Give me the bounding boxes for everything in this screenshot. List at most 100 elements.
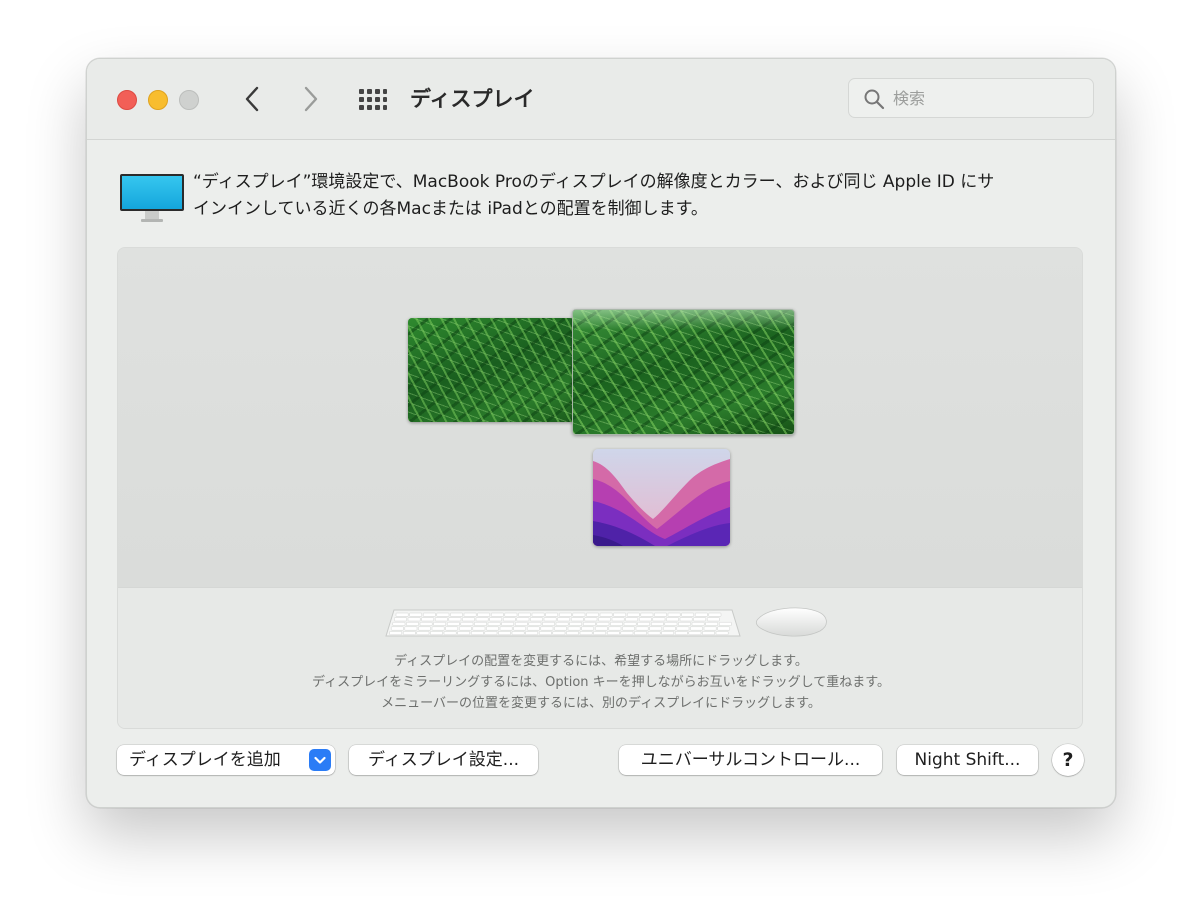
help-button[interactable]: ? [1052, 744, 1084, 776]
keyboard-key [446, 621, 460, 626]
keyboard-key [460, 621, 474, 626]
keyboard-key [594, 626, 608, 631]
hint-arrange: ディスプレイの配置を変更するには、希望する場所にドラッグします。 [394, 654, 808, 669]
search-field[interactable] [848, 78, 1094, 118]
keyboard-key [552, 631, 566, 636]
keyboard-key [445, 626, 459, 631]
keyboard-key [540, 626, 554, 631]
forward-button[interactable] [296, 83, 326, 115]
close-button[interactable] [117, 90, 137, 110]
keyboard-key [390, 626, 404, 631]
keyboard-key [666, 617, 679, 622]
search-input[interactable] [893, 85, 1083, 111]
keyboard-key [678, 621, 691, 626]
keyboard-key [499, 626, 513, 631]
display-preferences-window: ディスプレイ “ディスプレイ”環境設定で、MacBook Proのディスプレイの… [86, 58, 1116, 808]
universal-control-button[interactable]: ユニバーサルコントロール... [619, 745, 882, 775]
keyboard-key [457, 631, 471, 636]
add-display-button[interactable]: ディスプレイを追加 [117, 745, 335, 775]
keyboard-key [598, 617, 611, 622]
mouse-icon [755, 607, 827, 637]
keyboard-key [489, 617, 503, 622]
keyboard-key [448, 617, 462, 622]
keyboard-key [572, 612, 586, 617]
monterey-wallpaper [593, 449, 730, 546]
keyboard-key [688, 631, 702, 636]
chevron-left-icon [245, 86, 259, 112]
hint-mirror: ディスプレイをミラーリングするには、Option キーを押しながらお互いをドラッ… [312, 675, 890, 690]
keyboard-key [647, 631, 661, 636]
display-settings-button[interactable]: ディスプレイ設定... [349, 745, 538, 775]
night-shift-button[interactable]: Night Shift... [897, 745, 1038, 775]
add-display-label: ディスプレイを追加 [129, 750, 281, 770]
keyboard-key [649, 626, 663, 631]
keyboard-key [654, 612, 667, 617]
search-icon [864, 89, 885, 110]
keyboard-key [623, 621, 637, 626]
keyboard-key [531, 612, 545, 617]
keyboard-key [475, 617, 489, 622]
keyboard-key [516, 617, 530, 622]
keyboard-key [511, 631, 525, 636]
display-thumbnail-main[interactable] [572, 309, 795, 435]
keyboard-key [694, 612, 708, 617]
display-arrangement-area[interactable]: ディスプレイの配置を変更するには、希望する場所にドラッグします。 ディスプレイを… [117, 247, 1083, 729]
keyboard-key [477, 612, 491, 617]
keyboard-key [640, 612, 654, 617]
keyboard-key [538, 631, 552, 636]
display-thumbnail-left[interactable] [408, 318, 594, 422]
keyboard-key [702, 631, 715, 636]
keyboard-key [404, 626, 418, 631]
keyboard-key [681, 612, 695, 617]
dropdown-chevron-icon [309, 749, 331, 771]
keyboard-key [676, 626, 690, 631]
keyboard-key [526, 626, 540, 631]
keyboard-key [458, 626, 472, 631]
keyboard-key [484, 631, 498, 636]
keyboard-key [418, 626, 431, 631]
show-all-button[interactable] [357, 87, 387, 113]
keyboard-key [433, 621, 447, 626]
keyboard-key [545, 612, 559, 617]
keyboard-key [406, 621, 419, 626]
keyboard-key [472, 626, 486, 631]
keyboard-key [421, 617, 435, 622]
keyboard-key [667, 612, 681, 617]
display-thumbnail-ipad[interactable] [593, 449, 730, 546]
grass-wallpaper-main [573, 310, 794, 434]
keyboard-key [528, 621, 542, 626]
keyboard-key [705, 621, 719, 626]
keyboard-key [434, 617, 448, 622]
keyboard-key [392, 621, 406, 626]
keyboard-key [610, 621, 623, 626]
keyboard-key [599, 612, 613, 617]
keyboard-key [717, 626, 731, 631]
hint-menubar: メニューバーの位置を変更するには、別のディスプレイにドラッグします。 [381, 696, 821, 711]
keyboard-key [498, 631, 511, 636]
keyboard-key [620, 631, 634, 636]
keyboard-key [530, 617, 543, 622]
back-button[interactable] [237, 83, 267, 115]
keyboard-key [518, 612, 531, 617]
keyboard-key [443, 631, 457, 636]
keyboard-key [450, 612, 463, 617]
keyboard-key [470, 631, 484, 636]
titlebar: ディスプレイ [87, 59, 1115, 140]
keyboard-key [487, 621, 501, 626]
keyboard-key [586, 612, 599, 617]
keyboard-key [582, 621, 596, 626]
keyboard-key [579, 631, 593, 636]
grass-wallpaper [408, 318, 594, 422]
keyboard-key [409, 612, 423, 617]
minimize-button[interactable] [148, 90, 168, 110]
keyboard-keys [389, 612, 732, 636]
keyboard-key [625, 617, 639, 622]
keyboard-key [634, 631, 647, 636]
keyboard-key [389, 631, 403, 636]
keyboard-key [416, 631, 430, 636]
keyboard-key [558, 612, 572, 617]
chevron-right-icon [304, 86, 318, 112]
keyboard-key [462, 617, 475, 622]
keyboard-key [486, 626, 499, 631]
keyboard-key [638, 617, 652, 622]
